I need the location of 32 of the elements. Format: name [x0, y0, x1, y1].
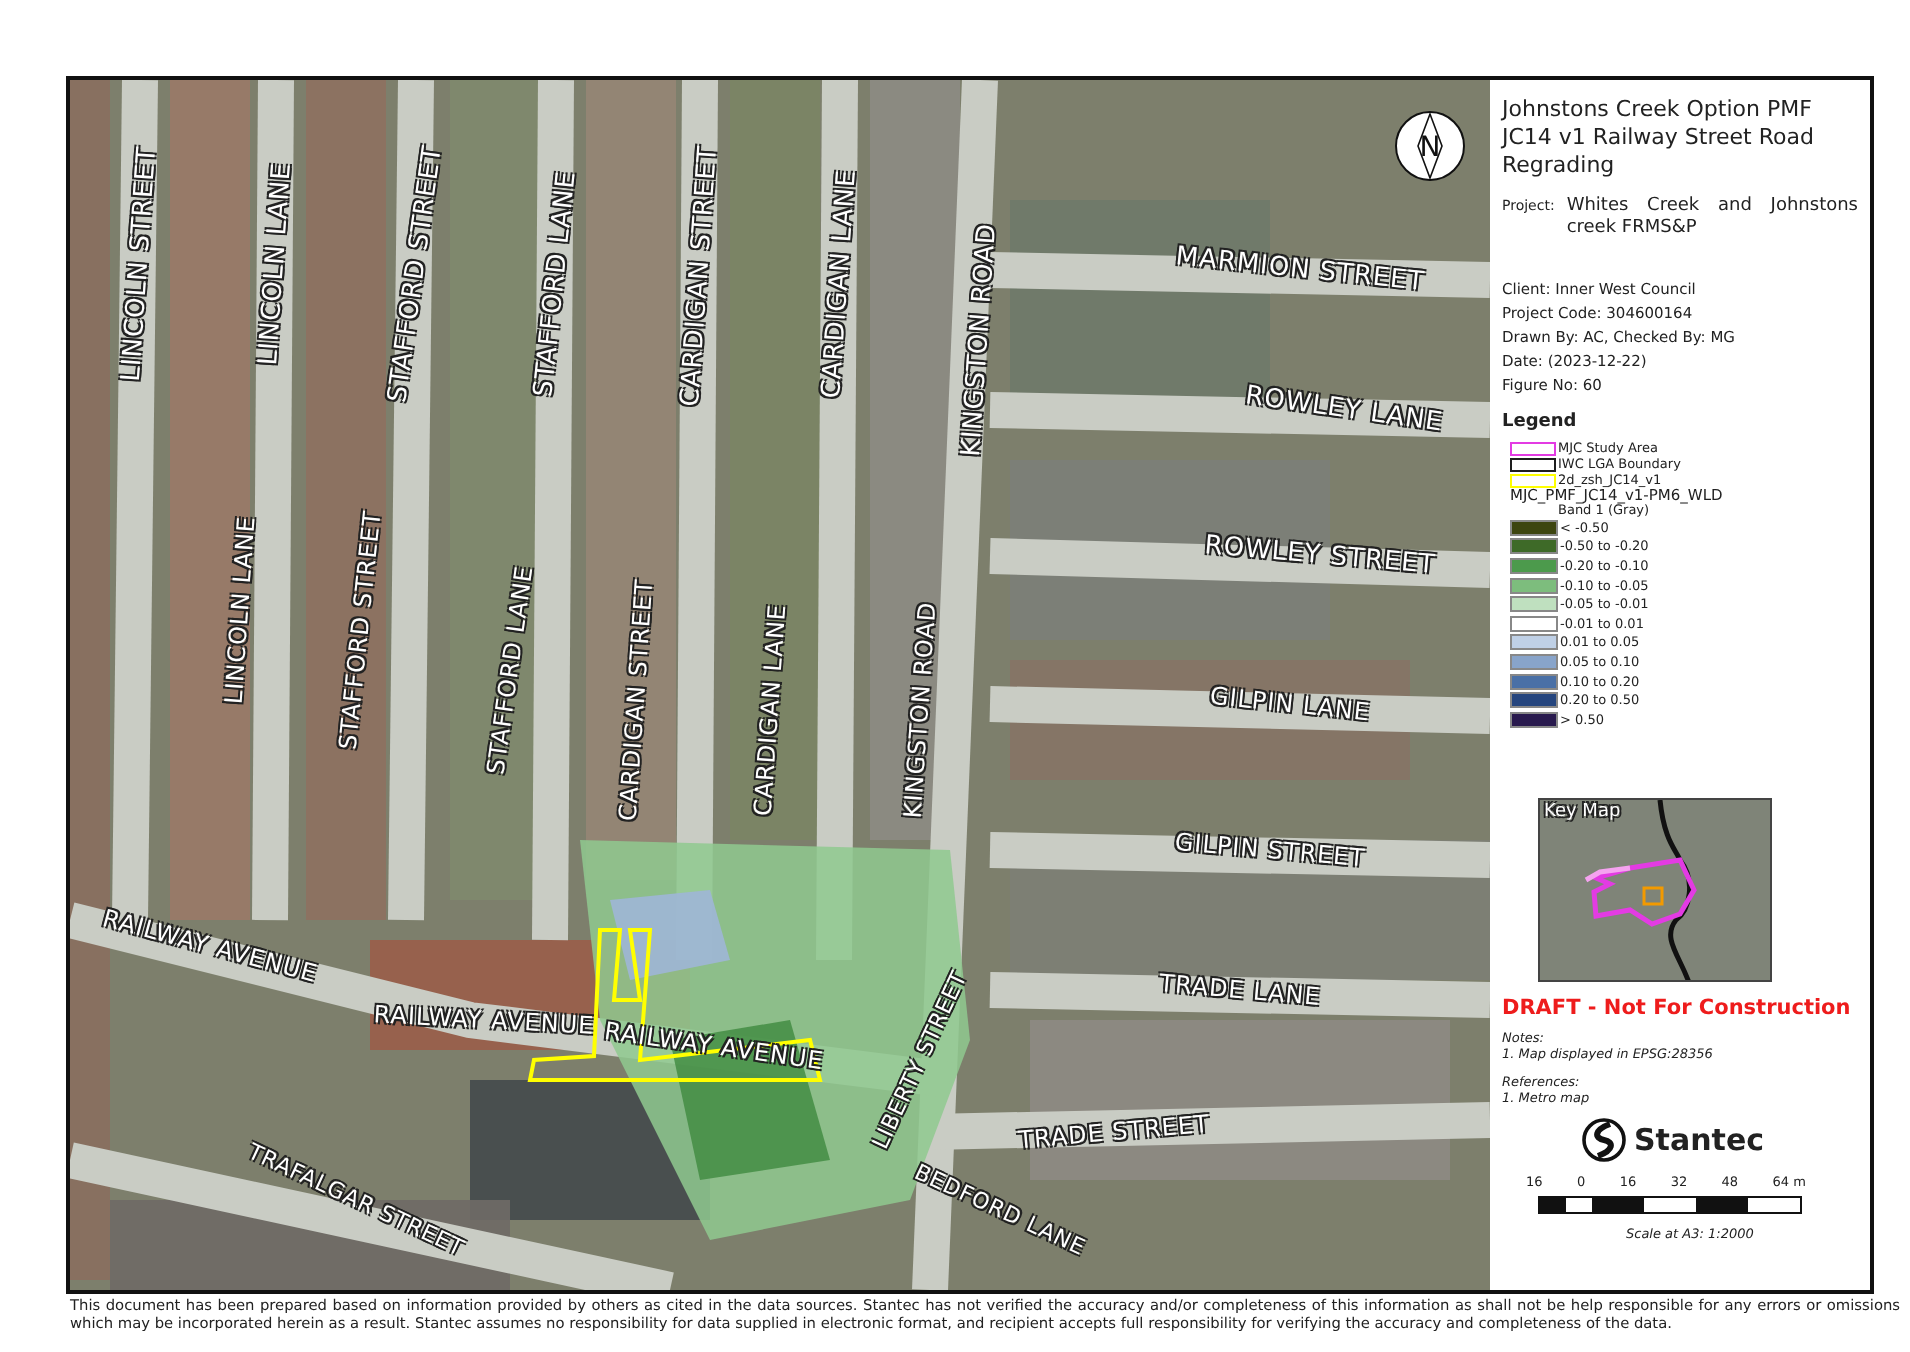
draft-notice: DRAFT - Not For Construction — [1502, 993, 1851, 1022]
street-label: TRADE LANE — [1158, 969, 1322, 1011]
street-label: RAILWAY AVENUE — [373, 1000, 595, 1040]
street-label: LINCOLN STREET — [116, 145, 164, 383]
project-name: Whites Creek and Johnstons creek FRMS&P — [1566, 196, 1858, 240]
street-label: LINCOLN LANE — [219, 515, 261, 705]
street-label: GILPIN STREET — [1173, 827, 1367, 873]
street-label: STAFFORD LANE — [529, 169, 583, 399]
street-label: STAFFORD LANE — [481, 563, 539, 777]
logo-icon — [1582, 1117, 1626, 1162]
street-label: CARDIGAN STREET — [675, 144, 725, 408]
key-map-label: Key Map — [1544, 801, 1621, 822]
logo-wordmark: Stantec — [1634, 1121, 1765, 1158]
street-label: TRADE STREET — [1017, 1109, 1211, 1155]
street-label: CARDIGAN STREET — [613, 578, 659, 822]
street-label: CARDIGAN LANE — [748, 603, 792, 817]
street-label: ROWLEY STREET — [1203, 530, 1437, 582]
map-title: Johnstons Creek Option PMF — [1502, 96, 1814, 124]
street-label: STAFFORD STREET — [383, 143, 449, 405]
street-label: LINCOLN LANE — [253, 161, 299, 367]
street-label: KINGSTON ROAD — [898, 600, 942, 820]
street-label: CARDIGAN LANE — [817, 168, 863, 400]
map-title: JC14 v1 Railway Street Road — [1502, 124, 1816, 152]
street-label: STAFFORD STREET — [333, 509, 387, 751]
street-label: KINGSTON ROAD — [956, 222, 1004, 458]
north-label: N — [1417, 132, 1443, 164]
legend-title: Legend — [1502, 412, 1579, 432]
street-label: RAILWAY AVENUE — [602, 1016, 826, 1076]
street-label: ROWLEY LANE — [1243, 381, 1445, 439]
map-title: Regrading — [1502, 152, 1617, 180]
street-label: GILPIN LANE — [1208, 681, 1372, 727]
street-label: MARMION STREET — [1174, 242, 1426, 298]
